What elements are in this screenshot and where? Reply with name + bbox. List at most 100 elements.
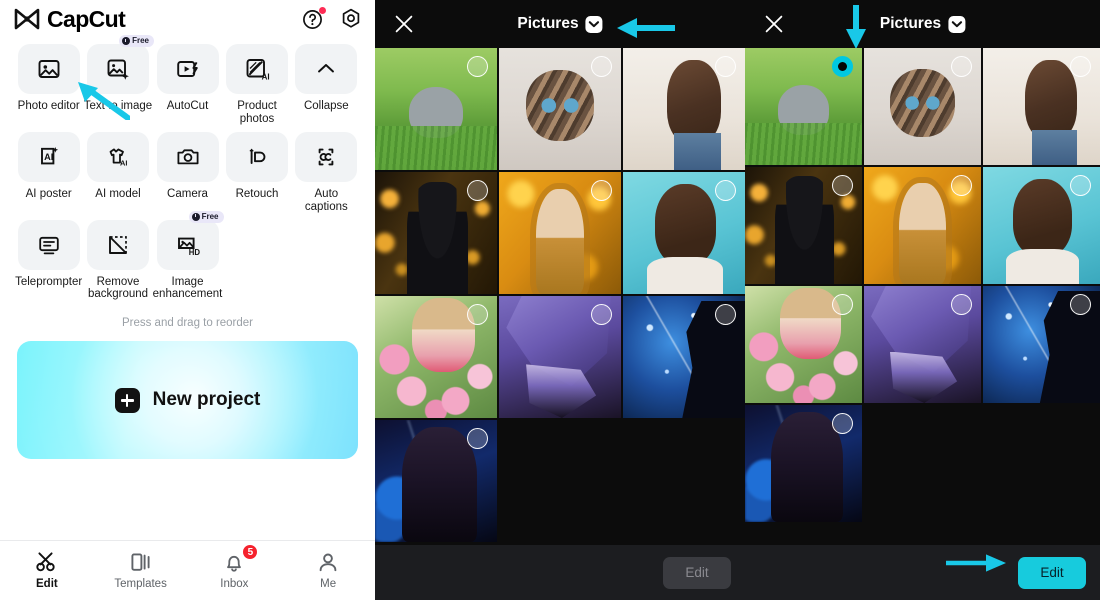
picture-cell[interactable] xyxy=(864,48,981,165)
select-circle[interactable] xyxy=(951,175,972,196)
edit-button-disabled[interactable]: Edit xyxy=(663,556,731,589)
picture-picker-left: Pictures Edit xyxy=(375,0,745,600)
svg-text:AI: AI xyxy=(120,158,127,167)
tool-ai-poster[interactable]: AI AI poster xyxy=(14,131,83,218)
picture-cell[interactable] xyxy=(745,48,862,165)
tool-camera[interactable]: Camera xyxy=(153,131,223,218)
select-circle[interactable] xyxy=(1070,175,1091,196)
chevron-down-icon xyxy=(948,15,966,33)
select-circle-selected[interactable] xyxy=(832,56,853,77)
select-circle[interactable] xyxy=(832,175,853,196)
picture-cell[interactable] xyxy=(983,167,1100,284)
nav-item-inbox[interactable]: 5 Inbox xyxy=(188,541,282,600)
picture-cell[interactable] xyxy=(375,420,497,542)
clock-icon xyxy=(122,37,131,45)
tool-collapse[interactable]: Collapse xyxy=(292,44,361,130)
picture-cell[interactable] xyxy=(983,286,1100,403)
ai-poster-icon: AI xyxy=(17,131,80,182)
tool-label: AI model xyxy=(95,187,141,200)
remove-background-icon xyxy=(86,219,149,270)
close-icon[interactable] xyxy=(393,13,415,35)
picker-title-label: Pictures xyxy=(517,15,579,32)
picker-footer-left: Edit xyxy=(375,545,745,600)
select-circle[interactable] xyxy=(715,304,736,325)
new-project-button[interactable]: New project xyxy=(17,341,358,460)
settings-icon[interactable] xyxy=(339,7,363,31)
edit-button[interactable]: Edit xyxy=(1018,556,1086,589)
help-icon[interactable] xyxy=(301,7,326,31)
picture-cell[interactable] xyxy=(375,172,497,294)
header-actions xyxy=(301,7,363,31)
scissors-icon xyxy=(35,551,59,573)
select-circle[interactable] xyxy=(951,56,972,77)
select-circle[interactable] xyxy=(467,428,488,449)
picture-cell[interactable] xyxy=(864,167,981,284)
retouch-icon xyxy=(226,131,288,182)
picker-title-right[interactable]: Pictures xyxy=(880,15,966,33)
tool-label: Teleprompter xyxy=(15,275,83,288)
picture-cell[interactable] xyxy=(983,48,1100,165)
nav-item-me[interactable]: Me xyxy=(281,541,375,600)
picture-cell[interactable] xyxy=(623,172,745,294)
nav-item-templates[interactable]: Templates xyxy=(94,541,188,600)
person-icon xyxy=(316,551,340,573)
picture-cell[interactable] xyxy=(745,405,862,522)
select-circle[interactable] xyxy=(715,56,736,77)
select-circle[interactable] xyxy=(1070,56,1091,77)
tool-label: Remove background xyxy=(87,275,149,301)
select-circle[interactable] xyxy=(951,294,972,315)
tool-label: Retouch xyxy=(235,187,279,200)
picture-cell[interactable] xyxy=(623,48,745,170)
select-circle[interactable] xyxy=(467,56,488,77)
select-circle[interactable] xyxy=(591,56,612,77)
tool-teleprompter[interactable]: Teleprompter xyxy=(14,219,83,306)
capcut-home-panel: CapCut Photo editor Free Text to image A… xyxy=(0,0,375,600)
tool-photo-editor[interactable]: Photo editor xyxy=(14,44,83,130)
picker-title-left[interactable]: Pictures xyxy=(517,15,603,33)
picture-cell[interactable] xyxy=(864,286,981,403)
select-circle[interactable] xyxy=(467,304,488,325)
product-photos-icon: AI xyxy=(226,44,288,94)
tool-autocut[interactable]: AutoCut xyxy=(153,44,223,130)
tool-image-enhancement[interactable]: Free HD Image enhancement xyxy=(153,210,224,306)
clock-icon xyxy=(191,212,200,221)
picture-cell[interactable] xyxy=(745,286,862,403)
text-to-image-icon: Free xyxy=(86,35,154,94)
tool-product-photos[interactable]: AI Product photos xyxy=(222,44,291,130)
tool-auto-captions[interactable]: Auto captions xyxy=(292,131,361,218)
close-icon[interactable] xyxy=(763,13,785,35)
tool-remove-background[interactable]: Remove background xyxy=(83,219,152,306)
picker-footer-right: Edit xyxy=(745,545,1100,600)
picture-cell[interactable] xyxy=(623,296,745,418)
picture-cell[interactable] xyxy=(499,48,621,170)
nav-label: Edit xyxy=(36,578,58,590)
chevron-down-icon xyxy=(585,15,603,33)
brand: CapCut xyxy=(14,6,126,33)
tool-text-to-image[interactable]: Free Text to image xyxy=(83,35,154,130)
picture-cell[interactable] xyxy=(375,48,497,170)
picture-cell[interactable] xyxy=(499,172,621,294)
nav-label: Templates xyxy=(114,578,167,590)
tool-retouch[interactable]: Retouch xyxy=(222,131,291,218)
select-circle[interactable] xyxy=(1070,294,1091,315)
select-circle[interactable] xyxy=(591,180,612,201)
select-circle[interactable] xyxy=(591,304,612,325)
tool-ai-model[interactable]: AI AI model xyxy=(83,131,152,218)
picture-cell[interactable] xyxy=(499,296,621,418)
free-badge-label: Free xyxy=(132,36,149,45)
select-circle[interactable] xyxy=(467,180,488,201)
select-circle[interactable] xyxy=(832,413,853,434)
free-badge: Free xyxy=(119,35,154,47)
nav-item-edit[interactable]: Edit xyxy=(0,541,94,600)
picture-cell[interactable] xyxy=(745,167,862,284)
bottom-nav: Edit Templates 5 Inbox Me xyxy=(0,540,375,600)
select-circle[interactable] xyxy=(715,180,736,201)
help-notification-dot xyxy=(319,7,326,14)
picture-cell[interactable] xyxy=(375,296,497,418)
nav-label: Me xyxy=(320,578,337,590)
tool-label: Product photos xyxy=(237,100,277,125)
select-circle[interactable] xyxy=(832,294,853,315)
autocut-icon xyxy=(156,44,219,94)
reorder-hint: Press and drag to reorder xyxy=(121,317,254,330)
tool-label: AutoCut xyxy=(166,100,209,112)
